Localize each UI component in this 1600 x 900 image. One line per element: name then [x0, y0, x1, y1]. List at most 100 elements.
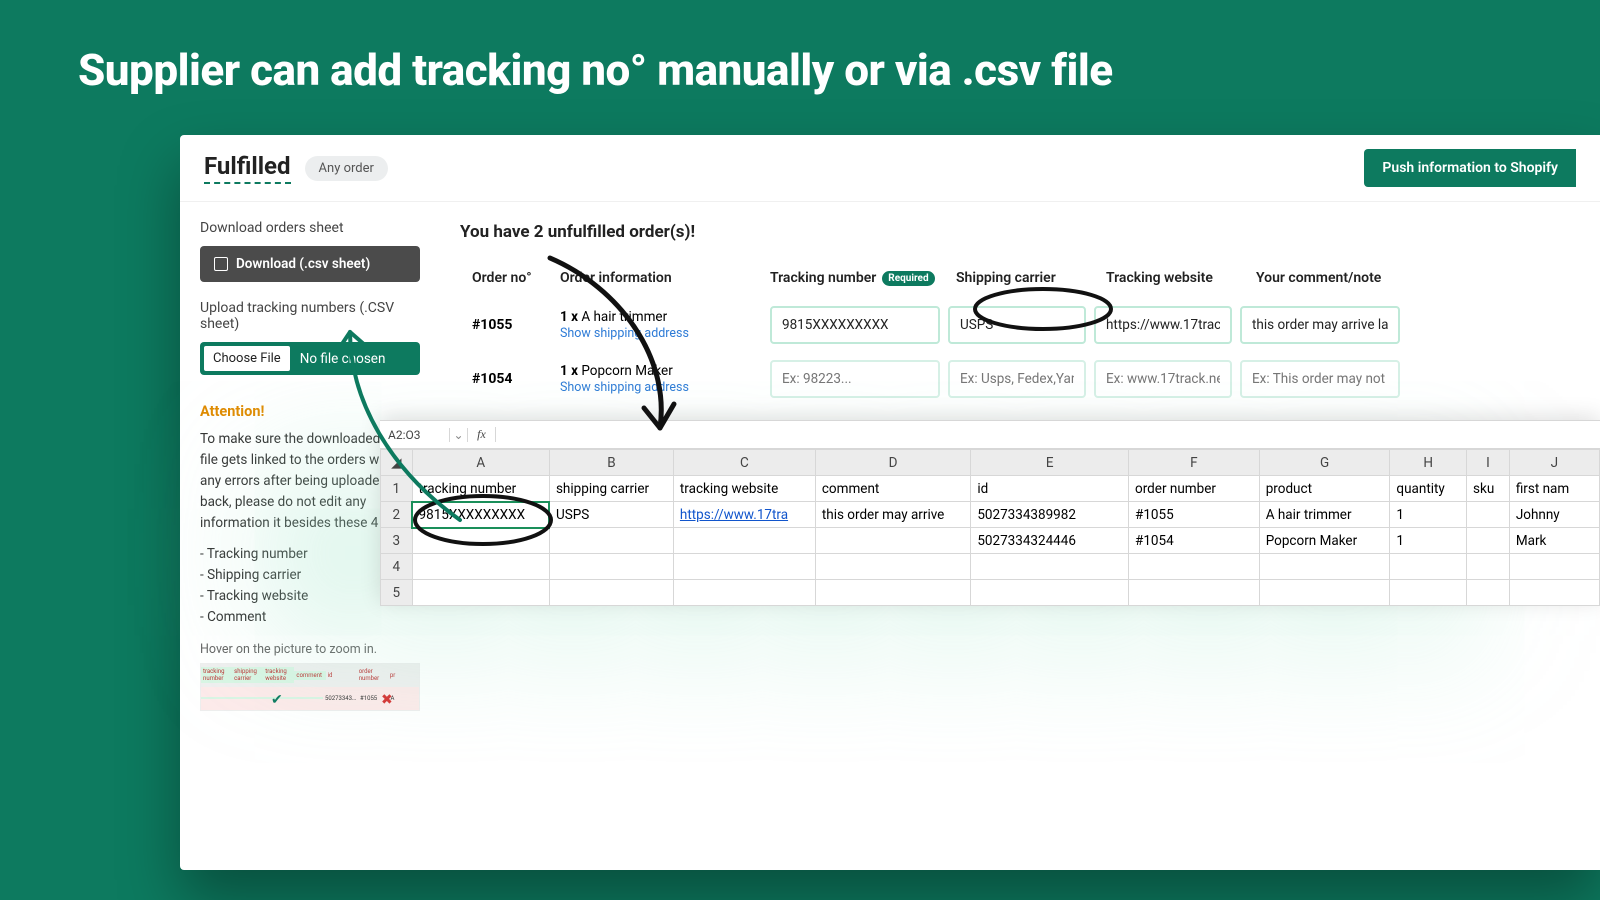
- col-order-no: Order no°: [460, 270, 560, 286]
- order-qty: 1 x: [560, 309, 578, 325]
- cell[interactable]: Popcorn Maker: [1259, 528, 1390, 554]
- order-product: Popcorn Maker: [581, 363, 672, 379]
- orders-table-header: Order no° Order information Tracking num…: [460, 258, 1600, 298]
- spreadsheet-grid[interactable]: ◢ A B C D E F G H I J 1 tracking number: [380, 449, 1600, 606]
- cell[interactable]: this order may arrive: [815, 502, 970, 528]
- chevron-down-icon[interactable]: ⌄: [450, 428, 468, 442]
- col-header[interactable]: D: [815, 450, 970, 476]
- comment-input[interactable]: [1240, 360, 1400, 398]
- tracking-number-input[interactable]: [770, 360, 940, 398]
- hero-title: Supplier can add tracking no° manually o…: [0, 0, 1600, 114]
- col-website: Tracking website: [1106, 270, 1256, 286]
- show-shipping-address-link[interactable]: Show shipping address: [560, 326, 689, 341]
- cell[interactable]: Mark: [1509, 528, 1599, 554]
- csv-thumbnail[interactable]: tracking numbershipping carriertracking …: [200, 663, 420, 711]
- cell[interactable]: https://www.17tra: [673, 502, 815, 528]
- col-header[interactable]: C: [673, 450, 815, 476]
- sheet-row: 2 9815XXXXXXXXX USPS https://www.17tra t…: [381, 502, 1600, 528]
- cell[interactable]: id: [971, 476, 1129, 502]
- cell[interactable]: tracking website: [673, 476, 815, 502]
- cell[interactable]: order number: [1129, 476, 1260, 502]
- cell[interactable]: USPS: [549, 502, 673, 528]
- cell[interactable]: Johnny: [1509, 502, 1599, 528]
- row-number[interactable]: 1: [381, 476, 413, 502]
- col-tracking: Tracking number Required: [770, 270, 956, 286]
- cell[interactable]: sku: [1467, 476, 1510, 502]
- col-header[interactable]: G: [1259, 450, 1390, 476]
- cell[interactable]: [815, 528, 970, 554]
- hover-hint: Hover on the picture to zoom in.: [200, 642, 420, 657]
- csv-file-icon: [214, 257, 228, 271]
- order-number: #1055: [460, 317, 560, 333]
- tracking-website-input[interactable]: [1094, 360, 1232, 398]
- order-row: #1054 1 x Popcorn Maker Show shipping ad…: [460, 352, 1600, 406]
- col-header[interactable]: J: [1509, 450, 1599, 476]
- cell[interactable]: [549, 528, 673, 554]
- choose-file-label: Choose File: [204, 346, 290, 371]
- page-title: Fulfilled: [204, 152, 291, 184]
- comment-input[interactable]: [1240, 306, 1400, 344]
- download-label: Download orders sheet: [200, 220, 420, 236]
- column-headers: ◢ A B C D E F G H I J: [381, 450, 1600, 476]
- filter-chip-any-order[interactable]: Any order: [305, 156, 388, 181]
- order-product: A hair trimmer: [581, 309, 667, 325]
- download-csv-button[interactable]: Download (.csv sheet): [200, 246, 420, 282]
- cell[interactable]: comment: [815, 476, 970, 502]
- cell[interactable]: A hair trimmer: [1259, 502, 1390, 528]
- tracking-number-input[interactable]: [770, 306, 940, 344]
- col-shipping: Shipping carrier: [956, 270, 1106, 286]
- shipping-carrier-input[interactable]: [948, 306, 1086, 344]
- fx-icon: fx: [468, 427, 496, 442]
- col-header[interactable]: E: [971, 450, 1129, 476]
- row-number[interactable]: 5: [381, 580, 413, 606]
- col-header[interactable]: H: [1390, 450, 1467, 476]
- row-number[interactable]: 4: [381, 554, 413, 580]
- col-header[interactable]: A: [412, 450, 549, 476]
- col-header[interactable]: I: [1467, 450, 1510, 476]
- select-all-corner[interactable]: ◢: [381, 450, 413, 476]
- col-header[interactable]: B: [549, 450, 673, 476]
- tracking-website-input[interactable]: [1094, 306, 1232, 344]
- cell[interactable]: [412, 528, 549, 554]
- cell[interactable]: first nam: [1509, 476, 1599, 502]
- row-number[interactable]: 3: [381, 528, 413, 554]
- sheet-row: 3 5027334324446 #1054 Popcorn Maker 1 Ma…: [381, 528, 1600, 554]
- col-order-info: Order information: [560, 270, 770, 286]
- shipping-carrier-input[interactable]: [948, 360, 1086, 398]
- cell[interactable]: product: [1259, 476, 1390, 502]
- cell[interactable]: [1467, 502, 1510, 528]
- order-info: 1 x Popcorn Maker Show shipping address: [560, 363, 770, 395]
- tracking-link[interactable]: https://www.17tra: [680, 507, 788, 523]
- unfulfilled-count: You have 2 unfulfilled order(s)!: [460, 222, 1600, 242]
- col-tracking-label: Tracking number: [770, 270, 876, 286]
- show-shipping-address-link[interactable]: Show shipping address: [560, 380, 689, 395]
- no-file-chosen-text: No file chosen: [290, 351, 386, 367]
- cell-reference-box[interactable]: A2:O3: [380, 428, 450, 442]
- sheet-row: 5: [381, 580, 1600, 606]
- cell[interactable]: 9815XXXXXXXXX: [412, 502, 549, 528]
- cell[interactable]: 5027334389982: [971, 502, 1129, 528]
- cell[interactable]: shipping carrier: [549, 476, 673, 502]
- push-to-shopify-button[interactable]: Push information to Shopify: [1364, 149, 1576, 187]
- required-badge: Required: [882, 271, 934, 286]
- row-number[interactable]: 2: [381, 502, 413, 528]
- cell[interactable]: 5027334324446: [971, 528, 1129, 554]
- col-header[interactable]: F: [1129, 450, 1260, 476]
- download-csv-button-label: Download (.csv sheet): [236, 256, 370, 272]
- cell[interactable]: tracking number: [412, 476, 549, 502]
- choose-file-button[interactable]: Choose File No file chosen: [200, 342, 420, 375]
- order-qty: 1 x: [560, 363, 578, 379]
- cell[interactable]: 1: [1390, 502, 1467, 528]
- cell[interactable]: quantity: [1390, 476, 1467, 502]
- formula-bar: A2:O3 ⌄ fx: [380, 421, 1600, 449]
- order-row: #1055 1 x A hair trimmer Show shipping a…: [460, 298, 1600, 352]
- sheet-row: 4: [381, 554, 1600, 580]
- cell[interactable]: [1467, 528, 1510, 554]
- order-number: #1054: [460, 371, 560, 387]
- cell[interactable]: 1: [1390, 528, 1467, 554]
- cell[interactable]: #1054: [1129, 528, 1260, 554]
- cell[interactable]: #1055: [1129, 502, 1260, 528]
- cell[interactable]: [673, 528, 815, 554]
- order-info: 1 x A hair trimmer Show shipping address: [560, 309, 770, 341]
- spreadsheet-overlay: A2:O3 ⌄ fx ◢ A B C D E F G H I: [380, 420, 1600, 606]
